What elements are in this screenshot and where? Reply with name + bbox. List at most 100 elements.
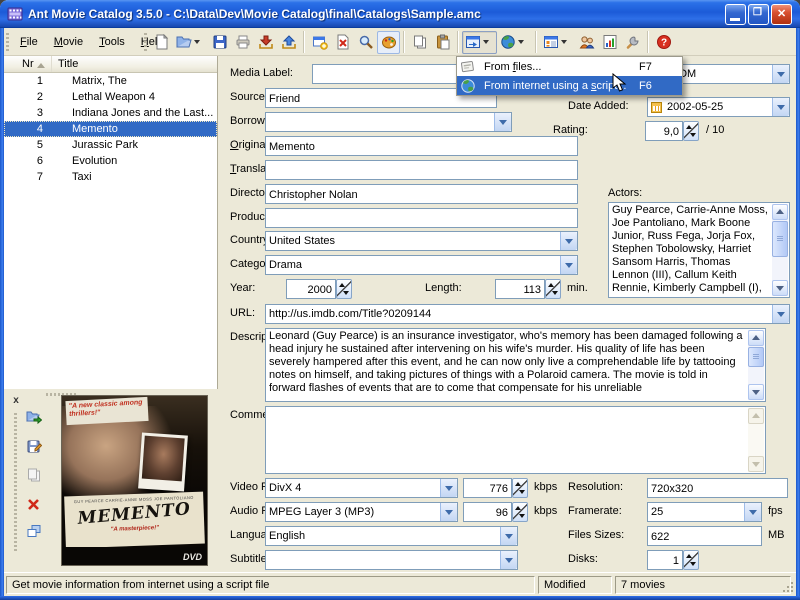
length-spinner[interactable] [545,279,561,299]
menu-tools[interactable]: Tools [91,32,133,52]
actors-textarea[interactable]: Guy Pearce, Carrie-Anne Moss, Joe Pantol… [608,202,790,298]
chevron-down-icon[interactable] [744,503,761,521]
chevron-down-icon[interactable] [560,256,577,274]
description-scrollbar[interactable] [748,330,764,400]
country-combo[interactable]: United States [265,231,578,251]
import-button[interactable] [254,31,277,54]
picture-panel-gripper-vertical[interactable] [14,413,17,551]
get-information-button[interactable] [462,31,497,54]
description-textarea[interactable]: Leonard (Guy Pearce) is an insurance inv… [265,328,766,402]
list-item-selected[interactable]: 4 Memento [4,121,217,137]
chevron-down-icon[interactable] [440,503,457,521]
scroll-up-icon[interactable] [772,204,788,220]
column-header-title[interactable]: Title [52,56,84,72]
url-combo[interactable]: http://us.imdb.com/Title?0209144 [265,304,790,324]
rating-spinner[interactable] [683,121,699,141]
length-input[interactable] [495,279,545,299]
new-catalog-button[interactable] [150,31,173,54]
original-title-input[interactable] [265,136,578,156]
framerate-combo[interactable]: 25 [647,502,762,522]
list-item[interactable]: 5 Jurassic Park [4,137,217,153]
minimize-button[interactable]: ▬ [725,4,746,25]
chevron-down-icon[interactable] [500,551,517,569]
scroll-up-icon[interactable] [748,330,764,346]
get-info-dropdown-arrow[interactable] [483,40,489,47]
disks-spinner[interactable] [683,550,699,570]
save-picture-button[interactable] [22,434,46,458]
loans-button[interactable] [575,31,598,54]
paste-button[interactable] [431,31,454,54]
subtitles-combo[interactable] [265,550,518,570]
rating-input[interactable] [645,121,683,141]
languages-combo[interactable]: English [265,526,518,546]
video-format-combo[interactable]: DivX 4 [265,478,458,498]
help-button[interactable]: ? [652,31,675,54]
search-button[interactable] [354,31,377,54]
save-catalog-button[interactable] [208,31,231,54]
comments-textarea[interactable] [265,406,766,474]
files-sizes-input[interactable] [647,526,762,546]
director-input[interactable] [265,184,578,204]
chevron-down-icon[interactable] [494,113,511,131]
close-button[interactable]: ✕ [771,4,792,25]
list-item[interactable]: 7 Taxi [4,169,217,185]
open-catalog-button[interactable] [173,31,208,54]
menu-item-from-files[interactable]: From files... F7 [457,57,682,76]
copy-picture-button[interactable] [22,463,46,487]
chevron-down-icon[interactable] [500,527,517,545]
column-header-nr[interactable]: Nr [4,56,52,72]
undock-picture-button[interactable] [22,519,46,543]
translated-title-input[interactable] [265,160,578,180]
menu-item-from-internet[interactable]: From internet using a script... F6 [457,76,682,95]
chevron-down-icon[interactable] [772,65,789,83]
load-picture-button[interactable] [22,405,46,429]
delete-picture-button[interactable] [22,492,46,516]
audio-bitrate-spinner[interactable] [512,502,528,522]
scroll-down-icon[interactable] [772,280,788,296]
maximize-button[interactable]: ❐ [748,4,769,25]
menu-movie[interactable]: Movie [46,32,91,52]
statistics-button[interactable] [598,31,621,54]
disks-input[interactable] [647,550,683,570]
audio-bitrate-input[interactable] [463,502,512,522]
view-mode-button[interactable] [540,31,575,54]
list-item[interactable]: 2 Lethal Weapon 4 [4,89,217,105]
producer-input[interactable] [265,208,578,228]
scrollbar-thumb[interactable] [748,347,764,367]
chevron-down-icon[interactable] [772,98,789,116]
titlebar[interactable]: Ant Movie Catalog 3.5.0 - C:\Data\Dev\Mo… [0,0,800,28]
print-button[interactable] [231,31,254,54]
video-bitrate-input[interactable] [463,478,512,498]
preferences-button[interactable] [621,31,644,54]
date-added-picker[interactable]: 2002-05-25 [647,97,790,117]
chevron-down-icon[interactable] [440,479,457,497]
category-combo[interactable]: Drama [265,255,578,275]
year-spinner[interactable] [336,279,352,299]
borrower-combo[interactable] [265,112,512,132]
toolbar-gripper-2[interactable] [144,33,147,51]
chevron-down-icon[interactable] [772,305,789,323]
list-item[interactable]: 1 Matrix, The [4,73,217,89]
view-dropdown-arrow[interactable] [561,40,567,47]
delete-movie-button[interactable] [331,31,354,54]
add-movie-button[interactable] [308,31,331,54]
internet-button[interactable] [497,31,532,54]
export-button[interactable] [277,31,300,54]
video-bitrate-spinner[interactable] [512,478,528,498]
toolbar-gripper[interactable] [6,33,9,51]
internet-dropdown-arrow[interactable] [518,40,524,47]
copy-button[interactable] [408,31,431,54]
picture-panel-close-icon[interactable]: x [10,395,22,407]
open-dropdown-arrow[interactable] [194,40,200,47]
scroll-down-icon[interactable] [748,384,764,400]
picture-panel-toggle-button[interactable] [377,31,400,54]
chevron-down-icon[interactable] [560,232,577,250]
list-item[interactable]: 3 Indiana Jones and the Last... [4,105,217,121]
actors-scrollbar[interactable] [772,204,788,296]
menu-file[interactable]: File [12,32,46,52]
resize-grip[interactable] [782,581,794,593]
scrollbar-thumb[interactable] [772,221,788,257]
audio-format-combo[interactable]: MPEG Layer 3 (MP3) [265,502,458,522]
resolution-input[interactable] [647,478,788,498]
list-item[interactable]: 6 Evolution [4,153,217,169]
